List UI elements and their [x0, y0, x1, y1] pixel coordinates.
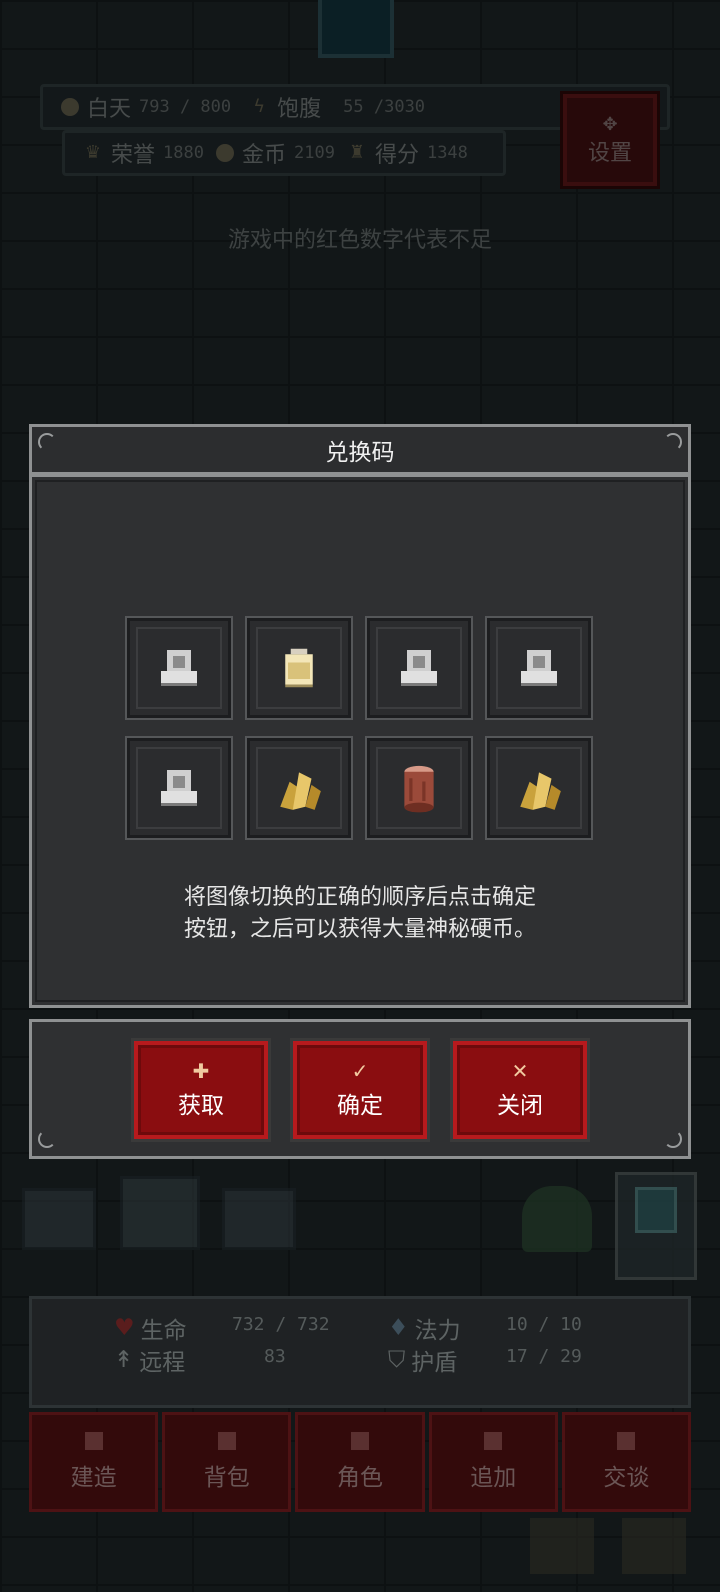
- ornament-icon: [664, 1130, 682, 1148]
- gold-crystal-icon: [520, 772, 561, 810]
- nav-add-button[interactable]: 追加: [428, 1412, 558, 1512]
- plus-icon: ✚: [192, 1059, 210, 1083]
- nav-add-label: 追加: [470, 1465, 517, 1491]
- ornament-icon: [664, 433, 682, 451]
- character-icon: [351, 1432, 369, 1450]
- stone-throne-icon: [161, 770, 197, 806]
- shield-stat: ⛉ 护盾: [388, 1343, 457, 1377]
- close-button-label: 关闭: [497, 1093, 543, 1119]
- dialog-description: 将图像切换的正确的顺序后点击确定 按钮，之后可以获得大量神秘硬币。: [29, 882, 691, 946]
- nav-talk-button[interactable]: 交谈: [561, 1412, 692, 1512]
- mana-value: 10 / 10: [506, 1314, 582, 1335]
- nav-talk-label: 交谈: [603, 1465, 650, 1491]
- hp-value-wrap: 732 / 732: [232, 1314, 330, 1335]
- confirm-button-label: 确定: [337, 1093, 383, 1119]
- ranged-value-wrap: 83: [264, 1346, 286, 1367]
- ranged-value: 83: [264, 1346, 286, 1367]
- potion-icon: ♦: [388, 1315, 409, 1341]
- ranged-label: 远程: [139, 1350, 186, 1376]
- mana-label: 法力: [414, 1318, 461, 1344]
- gold-crystal-icon: [280, 772, 321, 810]
- bag-icon: [217, 1432, 236, 1450]
- ornament-icon: [38, 1130, 56, 1148]
- shield-value: 17 / 29: [506, 1346, 582, 1367]
- nav-role-button[interactable]: 角色: [295, 1412, 425, 1512]
- description-line-2: 按钮，之后可以获得大量神秘硬币。: [183, 917, 536, 942]
- nav-build-label: 建造: [70, 1465, 117, 1491]
- stats-panel: ♥ 生命 732 / 732 ♦ 法力 10 / 10 ↟ 远程 83 ⛉ 护盾…: [29, 1296, 691, 1408]
- dialog-title: 兑换码: [325, 439, 395, 466]
- anvil-icon: [22, 1188, 96, 1250]
- hp-label: 生命: [140, 1318, 187, 1344]
- get-button[interactable]: ✚ 获取: [131, 1038, 271, 1142]
- confirm-button[interactable]: ✓ 确定: [290, 1038, 430, 1142]
- code-slot-1[interactable]: [125, 616, 233, 720]
- machine-icon: [120, 1176, 200, 1250]
- check-icon: ✓: [351, 1059, 369, 1083]
- code-slot-4[interactable]: [485, 616, 593, 720]
- nav-bag-button[interactable]: 背包: [162, 1412, 292, 1512]
- close-button[interactable]: ✕ 关闭: [450, 1038, 590, 1142]
- hammer-icon: [84, 1432, 103, 1450]
- close-icon: ✕: [511, 1059, 529, 1083]
- bush-icon: [522, 1186, 592, 1252]
- stone-throne-icon: [401, 650, 437, 686]
- plus-icon: [484, 1432, 503, 1450]
- wood-log-icon: [404, 765, 434, 813]
- code-slot-2[interactable]: [245, 616, 353, 720]
- code-slot-7[interactable]: [365, 736, 473, 840]
- mana-stat: ♦ 法力: [388, 1311, 461, 1345]
- hp-stat: ♥ 生命: [114, 1311, 187, 1345]
- plant-icon: [530, 1518, 594, 1574]
- description-line-1: 将图像切换的正确的顺序后点击确定: [183, 885, 536, 910]
- nav-role-label: 角色: [337, 1465, 383, 1491]
- shield-slot[interactable]: [615, 1172, 697, 1280]
- stone-throne-icon: [521, 650, 557, 686]
- stone-throne-icon: [161, 650, 197, 686]
- mana-value-wrap: 10 / 10: [506, 1314, 582, 1335]
- code-slot-3[interactable]: [365, 616, 473, 720]
- code-slot-6[interactable]: [245, 736, 353, 840]
- plant-icon: [622, 1518, 686, 1574]
- dialog-title-bar: 兑换码: [29, 424, 691, 474]
- shield-value-wrap: 17 / 29: [506, 1346, 582, 1367]
- jar-icon: [285, 648, 313, 688]
- get-button-label: 获取: [178, 1093, 224, 1119]
- nav-build-button[interactable]: 建造: [29, 1412, 159, 1512]
- nav-bag-label: 背包: [203, 1465, 250, 1491]
- code-slot-5[interactable]: [125, 736, 233, 840]
- bottom-nav: 建造 背包 角色 追加 交谈: [29, 1412, 692, 1512]
- code-slot-8[interactable]: [485, 736, 593, 840]
- ornament-icon: [38, 433, 56, 451]
- bow-icon: ↟: [114, 1347, 134, 1373]
- ranged-stat: ↟ 远程: [114, 1343, 185, 1377]
- shield-label: 护盾: [411, 1350, 458, 1376]
- hp-value: 732 / 732: [232, 1314, 330, 1335]
- speech-icon: [617, 1432, 636, 1450]
- shield-small-icon: ⛉: [388, 1347, 406, 1373]
- heart-icon: ♥: [114, 1315, 135, 1341]
- shield-icon: [635, 1187, 677, 1233]
- anvil-icon: [222, 1188, 296, 1250]
